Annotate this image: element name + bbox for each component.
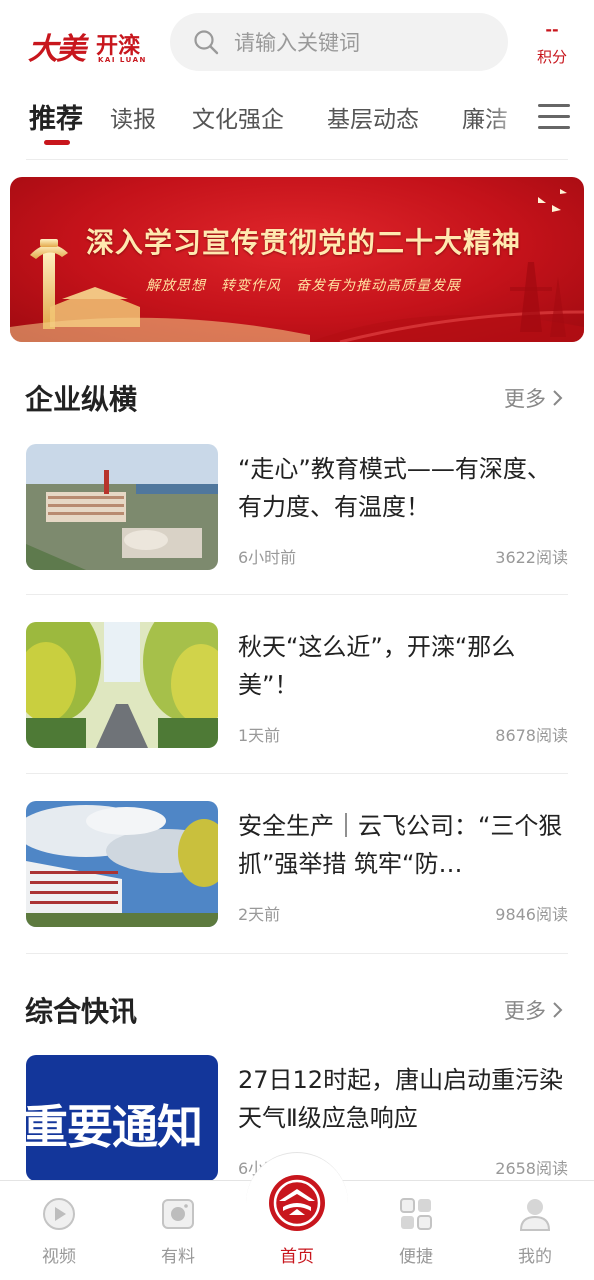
app-header: 大美 开滦 KAI LUAN 请输入关键词 -- 积分 [0, 0, 594, 86]
section-title-news: 综合快讯 [25, 995, 138, 1028]
article-title: 27日12时起，唐山启动重污染天气Ⅱ级应急响应 [238, 1066, 564, 1132]
nav-home[interactable]: 首页 [257, 1196, 337, 1267]
search-bar[interactable]: 请输入关键词 [170, 13, 508, 71]
list-item[interactable]: “走心”教育模式——有深度、有力度、有温度！ 6小时前 3622阅读 [26, 444, 568, 570]
article-thumbnail [26, 444, 218, 570]
logo-english: KAI LUAN [98, 56, 147, 64]
divider [26, 159, 568, 160]
category-tabs: 推荐 读报 文化强企 基层动态 廉洁 [0, 86, 594, 160]
article-time: 1天前 [238, 726, 281, 745]
article-thumbnail [26, 801, 218, 927]
tab-newspaper[interactable]: 读报 [110, 100, 156, 134]
tab-fade [486, 86, 530, 146]
user-icon [519, 1199, 551, 1231]
nav-label: 有料 [161, 1247, 195, 1267]
camera-icon [162, 1199, 194, 1229]
grid-icon [400, 1198, 432, 1230]
nav-video[interactable]: 视频 [19, 1196, 99, 1267]
points-widget[interactable]: -- 积分 [522, 20, 582, 68]
nav-mine[interactable]: 我的 [495, 1196, 575, 1267]
article-thumbnail [26, 622, 218, 748]
list-item[interactable]: 秋天“这么近”，开滦“那么美”！ 1天前 8678阅读 [26, 622, 568, 748]
article-thumbnail: 重要通知 [26, 1055, 218, 1181]
divider [26, 773, 568, 774]
chevron-right-icon [553, 390, 563, 406]
article-time: 6小时前 [238, 548, 297, 567]
article-time: 2天前 [238, 905, 281, 924]
tab-grassroots[interactable]: 基层动态 [327, 100, 419, 134]
play-icon [43, 1198, 75, 1230]
promo-banner[interactable]: 深入学习宣传贯彻党的二十大精神 解放思想 转变作风 奋发有为推动高质量发展 [10, 177, 584, 342]
app-logo[interactable]: 大美 开滦 KAI LUAN [28, 22, 152, 68]
banner-title: 深入学习宣传贯彻党的二十大精神 [86, 226, 522, 259]
article-title: 安全生产｜云飞公司：“三个狠抓”强举措 筑牢“防… [238, 812, 563, 878]
article-reads: 9846阅读 [495, 905, 568, 924]
search-icon [194, 30, 219, 55]
more-button-enterprise[interactable]: 更多 [504, 383, 564, 413]
nav-material[interactable]: 有料 [138, 1196, 218, 1267]
menu-icon[interactable] [538, 104, 570, 130]
list-item[interactable]: 安全生产｜云飞公司：“三个狠抓”强举措 筑牢“防… 2天前 9846阅读 [26, 801, 568, 927]
article-reads: 3622阅读 [495, 548, 568, 567]
more-button-news[interactable]: 更多 [504, 995, 564, 1025]
article-title: 秋天“这么近”，开滦“那么美”！ [238, 633, 516, 699]
logo-text: 大美 [28, 32, 86, 67]
nav-label: 首页 [280, 1247, 314, 1267]
tab-recommend[interactable]: 推荐 [29, 97, 83, 136]
nav-label: 视频 [42, 1247, 76, 1267]
more-label: 更多 [504, 999, 546, 1023]
article-reads: 8678阅读 [495, 726, 568, 745]
section-title-enterprise: 企业纵横 [25, 383, 138, 416]
article-title: “走心”教育模式——有深度、有力度、有温度！ [238, 455, 551, 521]
nav-convenience[interactable]: 便捷 [376, 1196, 456, 1267]
active-tab-indicator [44, 140, 70, 145]
search-placeholder: 请输入关键词 [234, 31, 360, 55]
tab-culture[interactable]: 文化强企 [192, 100, 284, 134]
divider [26, 594, 568, 595]
thumbnail-text: 重要通知 [26, 1100, 203, 1154]
banner-subtitle: 解放思想 转变作风 奋发有为推动高质量发展 [146, 278, 461, 294]
more-label: 更多 [504, 387, 546, 411]
divider [26, 953, 568, 954]
chevron-right-icon [553, 1002, 563, 1018]
article-reads: 2658阅读 [495, 1159, 568, 1178]
nav-label: 我的 [518, 1247, 552, 1267]
nav-label: 便捷 [399, 1247, 433, 1267]
points-value: -- [545, 20, 559, 39]
points-label: 积分 [536, 48, 567, 66]
